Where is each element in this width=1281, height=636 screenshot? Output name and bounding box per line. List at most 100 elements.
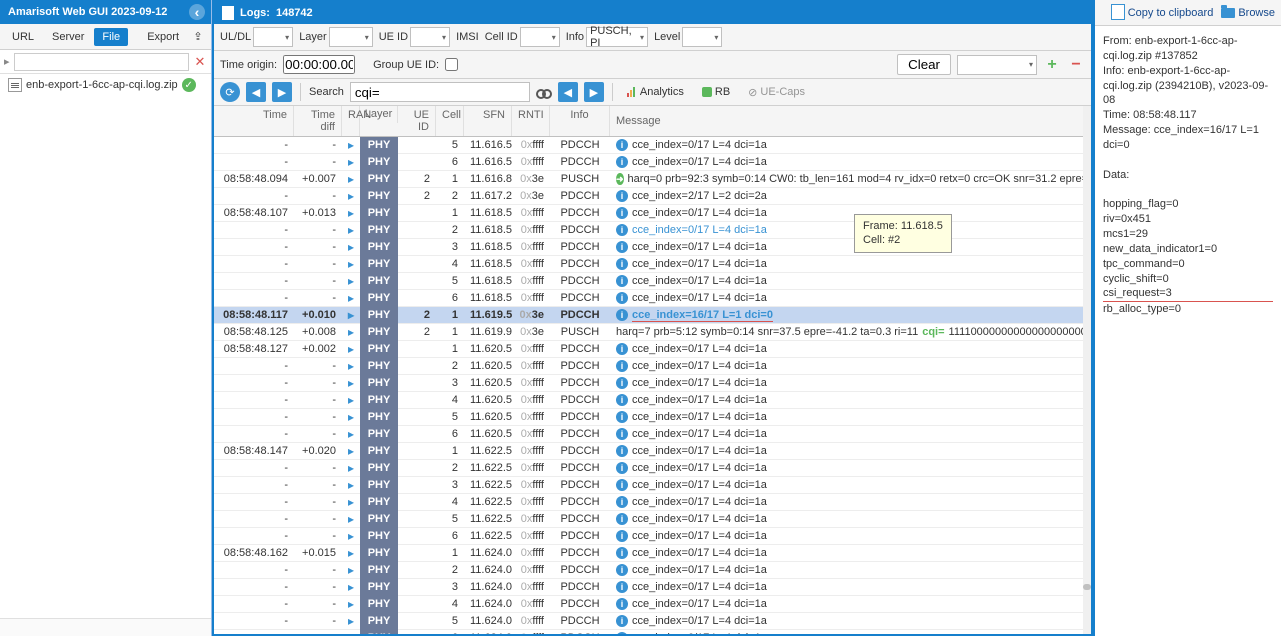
- file-tree-item[interactable]: enb-export-1-6cc-ap-cqi.log.zip ✓: [0, 74, 211, 96]
- dir-arrow-icon: ▸: [348, 597, 354, 611]
- left-search-input[interactable]: [14, 53, 189, 71]
- info-icon: i: [616, 207, 628, 219]
- add-filter-icon[interactable]: +: [1043, 56, 1061, 74]
- table-row[interactable]: --▸PHY2211.617.20x3ePDCCHicce_index=2/17…: [214, 188, 1091, 205]
- table-row[interactable]: --▸PHY211.624.00xffffPDCCHicce_index=0/1…: [214, 562, 1091, 579]
- detail-time: Time: 08:58:48.117: [1103, 108, 1273, 123]
- table-row[interactable]: 08:58:48.094+0.007▸PHY2111.616.80x3ePUSC…: [214, 171, 1091, 188]
- dir-arrow-icon: ▸: [348, 240, 354, 254]
- table-row[interactable]: --▸PHY611.616.50xffffPDCCHicce_index=0/1…: [214, 154, 1091, 171]
- rb-button[interactable]: RB: [696, 84, 736, 100]
- table-row[interactable]: 08:58:48.127+0.002▸PHY111.620.50xffffPDC…: [214, 341, 1091, 358]
- binoculars-icon[interactable]: [536, 85, 552, 99]
- filter-bar: UL/DL Layer UE ID IMSI Cell ID InfoPUSCH…: [214, 24, 1091, 51]
- collapse-left-icon[interactable]: [189, 4, 205, 20]
- table-row[interactable]: --▸PHY311.624.00xffffPDCCHicce_index=0/1…: [214, 579, 1091, 596]
- table-row[interactable]: --▸PHY411.622.50xffffPDCCHicce_index=0/1…: [214, 494, 1091, 511]
- info-icon: i: [616, 513, 628, 525]
- table-row[interactable]: 08:58:48.117+0.010▸PHY2111.619.50x3ePDCC…: [214, 307, 1091, 324]
- dir-arrow-icon: ▸: [348, 359, 354, 373]
- left-toolbar: URL Server File Export ⇪: [0, 24, 211, 50]
- dir-arrow-icon: ▸: [348, 172, 354, 186]
- table-row[interactable]: --▸PHY511.620.50xffffPDCCHicce_index=0/1…: [214, 409, 1091, 426]
- col-diff[interactable]: Time diff: [294, 106, 342, 136]
- table-row[interactable]: --▸PHY311.622.50xffffPDCCHicce_index=0/1…: [214, 477, 1091, 494]
- search-input[interactable]: [350, 82, 530, 102]
- grid-header-row: Time Time diff RAN Layer UE ID Cell SFN …: [214, 106, 1091, 137]
- table-row[interactable]: --▸PHY511.616.50xffffPDCCHicce_index=0/1…: [214, 137, 1091, 154]
- table-row[interactable]: 08:58:48.147+0.020▸PHY111.622.50xffffPDC…: [214, 443, 1091, 460]
- table-row[interactable]: --▸PHY511.624.00xffffPDCCHicce_index=0/1…: [214, 613, 1091, 630]
- nav-next-icon[interactable]: ▶: [272, 82, 292, 102]
- table-row[interactable]: 08:58:48.162+0.015▸PHY111.624.00xffffPDC…: [214, 545, 1091, 562]
- table-row[interactable]: --▸PHY211.622.50xffffPDCCHicce_index=0/1…: [214, 460, 1091, 477]
- export-button[interactable]: Export: [139, 28, 187, 46]
- nav-prev-icon[interactable]: ◀: [246, 82, 266, 102]
- tab-url[interactable]: URL: [4, 28, 42, 46]
- left-scrollbar[interactable]: [0, 618, 211, 636]
- table-row[interactable]: --▸PHY211.620.50xffffPDCCHicce_index=0/1…: [214, 358, 1091, 375]
- filter-uldl-dd[interactable]: [253, 27, 293, 47]
- dir-arrow-icon: ▸: [348, 206, 354, 220]
- table-row[interactable]: --▸PHY411.624.00xffffPDCCHicce_index=0/1…: [214, 596, 1091, 613]
- filter-layer-dd[interactable]: [329, 27, 373, 47]
- expand-icon[interactable]: ▸: [4, 55, 10, 68]
- analytics-button[interactable]: Analytics: [621, 84, 690, 100]
- table-row[interactable]: --▸PHY211.618.50xffffPDCCHicce_index=0/1…: [214, 222, 1091, 239]
- clear-button[interactable]: Clear: [897, 54, 951, 75]
- refresh-icon[interactable]: ⟳: [220, 82, 240, 102]
- col-ran[interactable]: RAN: [342, 106, 360, 136]
- info-icon: i: [616, 394, 628, 406]
- browse-button[interactable]: Browse: [1221, 7, 1275, 19]
- upload-icon[interactable]: ⇪: [189, 28, 207, 46]
- col-info[interactable]: Info: [550, 106, 610, 136]
- info-icon: i: [616, 411, 628, 423]
- filter-info-dd[interactable]: PUSCH, PI: [586, 27, 648, 47]
- filter-cellid-dd[interactable]: [520, 27, 560, 47]
- dir-arrow-icon: ▸: [348, 291, 354, 305]
- table-row[interactable]: --▸PHY511.618.50xffffPDCCHicce_index=0/1…: [214, 273, 1091, 290]
- tab-server[interactable]: Server: [44, 28, 92, 46]
- filter-ueid-dd[interactable]: [410, 27, 450, 47]
- vscroll-track[interactable]: [1083, 106, 1091, 634]
- table-row[interactable]: --▸PHY511.622.50xffffPDCCHicce_index=0/1…: [214, 511, 1091, 528]
- table-row[interactable]: --▸PHY411.618.50xffffPDCCHicce_index=0/1…: [214, 256, 1091, 273]
- group-ueid-checkbox[interactable]: [445, 58, 458, 71]
- time-origin-input[interactable]: [283, 55, 355, 74]
- dir-arrow-icon: ▸: [348, 325, 354, 339]
- table-row[interactable]: --▸PHY611.620.50xffffPDCCHicce_index=0/1…: [214, 426, 1091, 443]
- dir-arrow-icon: ▸: [348, 342, 354, 356]
- filter-level-dd[interactable]: [682, 27, 722, 47]
- col-time[interactable]: Time: [214, 106, 294, 136]
- table-row[interactable]: --▸PHY611.618.50xffffPDCCHicce_index=0/1…: [214, 290, 1091, 307]
- filter-extra-dd[interactable]: [957, 55, 1037, 75]
- uecaps-button: ⊘UE-Caps: [742, 84, 811, 101]
- clear-search-icon[interactable]: ✕: [193, 54, 207, 70]
- search-prev-icon[interactable]: ◀: [558, 82, 578, 102]
- info-icon: i: [616, 564, 628, 576]
- table-row[interactable]: --▸PHY611.622.50xffffPDCCHicce_index=0/1…: [214, 528, 1091, 545]
- table-row[interactable]: --▸PHY311.620.50xffffPDCCHicce_index=0/1…: [214, 375, 1091, 392]
- time-toolbar: Time origin: Group UE ID: Clear + −: [214, 51, 1091, 79]
- info-icon: i: [616, 530, 628, 542]
- table-row[interactable]: 08:58:48.107+0.013▸PHY111.618.50xffffPDC…: [214, 205, 1091, 222]
- col-msg[interactable]: Message: [610, 106, 1091, 136]
- remove-filter-icon[interactable]: −: [1067, 56, 1085, 74]
- dir-arrow-icon: ▸: [348, 631, 354, 634]
- col-rnti[interactable]: RNTI: [512, 106, 550, 136]
- table-row[interactable]: --▸PHY611.624.00xffffPDCCHicce_index=0/1…: [214, 630, 1091, 634]
- right-toolbar: Copy to clipboard Browse: [1095, 0, 1281, 26]
- col-cell[interactable]: Cell: [436, 106, 464, 136]
- table-row[interactable]: --▸PHY311.618.50xffffPDCCHicce_index=0/1…: [214, 239, 1091, 256]
- copy-button[interactable]: Copy to clipboard: [1113, 6, 1214, 20]
- data-line: mcs1=29: [1103, 227, 1273, 242]
- tab-file[interactable]: File: [94, 28, 128, 46]
- vscroll-thumb[interactable]: [1083, 584, 1091, 590]
- col-ueid[interactable]: UE ID: [398, 106, 436, 136]
- col-sfn[interactable]: SFN: [464, 106, 512, 136]
- table-row[interactable]: --▸PHY411.620.50xffffPDCCHicce_index=0/1…: [214, 392, 1091, 409]
- table-row[interactable]: 08:58:48.125+0.008▸PHY2111.619.90x3ePUSC…: [214, 324, 1091, 341]
- info-icon: i: [616, 309, 628, 321]
- search-next-icon[interactable]: ▶: [584, 82, 604, 102]
- info-icon: i: [616, 547, 628, 559]
